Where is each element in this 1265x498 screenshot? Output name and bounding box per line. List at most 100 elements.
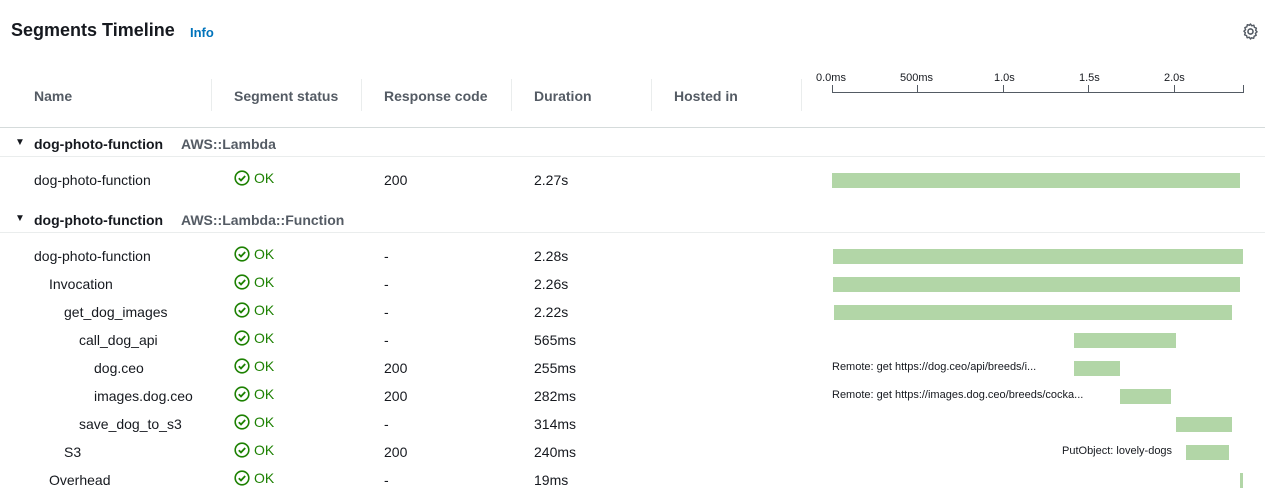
response-code: - [384, 248, 389, 264]
table-row[interactable]: dog-photo-function OK 200 2.27s [0, 166, 1265, 194]
table-row[interactable]: save_dog_to_s3 OK - 314ms [0, 410, 1265, 438]
table-row[interactable]: Invocation OK - 2.26s [0, 270, 1265, 298]
table-row[interactable]: dog-photo-function OK - 2.28s [0, 242, 1265, 270]
timeline-bar[interactable] [1186, 445, 1229, 460]
status-label: OK [254, 330, 275, 346]
gear-icon[interactable] [1241, 22, 1260, 41]
table-row[interactable]: S3 OK 200 240ms PutObject: lovely-dogs [0, 438, 1265, 466]
segment-status: OK [234, 302, 274, 318]
status-label: OK [254, 442, 275, 458]
table-row[interactable]: images.dog.ceo OK 200 282ms Remote: get … [0, 382, 1265, 410]
segment-status: OK [234, 414, 274, 430]
timeline-bar[interactable] [1074, 361, 1120, 376]
response-code: - [384, 472, 389, 488]
response-code: - [384, 276, 389, 292]
response-code: 200 [384, 444, 408, 460]
segment-name: get_dog_images [64, 304, 168, 320]
segment-status: OK [234, 170, 274, 186]
timeline-bar[interactable] [833, 249, 1243, 264]
segment-status: OK [234, 358, 274, 374]
col-divider[interactable] [511, 79, 512, 111]
col-duration[interactable]: Duration [534, 88, 592, 104]
table-row[interactable]: call_dog_api OK - 565ms [0, 326, 1265, 354]
group-row[interactable]: ▼ dog-photo-function AWS::Lambda [0, 129, 1265, 157]
duration: 282ms [534, 388, 577, 404]
response-code: - [384, 332, 389, 348]
status-label: OK [254, 386, 275, 402]
bar-label: Remote: get https://dog.ceo/api/breeds/i… [832, 361, 1037, 373]
col-divider[interactable] [211, 79, 212, 111]
axis-tick-label: 1.0s [994, 72, 1015, 84]
check-circle-icon [234, 386, 250, 402]
check-circle-icon [234, 274, 250, 290]
duration: 19ms [534, 472, 569, 488]
segment-name: S3 [64, 444, 82, 460]
segment-status: OK [234, 386, 274, 402]
status-label: OK [254, 274, 275, 290]
response-code: - [384, 416, 389, 432]
check-circle-icon [234, 302, 250, 318]
group-row[interactable]: ▼ dog-photo-function AWS::Lambda::Functi… [0, 205, 1265, 233]
duration: 565ms [534, 332, 577, 348]
timeline-bar[interactable] [1074, 333, 1176, 348]
duration: 2.22s [534, 304, 569, 320]
col-hosted[interactable]: Hosted in [674, 88, 738, 104]
axis-tick [1088, 85, 1089, 93]
segment-name: dog.ceo [94, 360, 144, 376]
response-code: 200 [384, 360, 408, 376]
timeline-bar[interactable] [1176, 417, 1232, 432]
table-row[interactable]: dog.ceo OK 200 255ms Remote: get https:/… [0, 354, 1265, 382]
axis-tick [1243, 85, 1244, 93]
caret-down-icon[interactable]: ▼ [15, 213, 25, 224]
segment-name: dog-photo-function [34, 172, 151, 188]
response-code: - [384, 304, 389, 320]
table-row[interactable]: Overhead OK - 19ms [0, 466, 1265, 494]
timeline-bar[interactable] [834, 305, 1232, 320]
check-circle-icon [234, 170, 250, 186]
status-label: OK [254, 414, 275, 430]
check-circle-icon [234, 414, 250, 430]
axis-tick-label: 2.0s [1164, 72, 1185, 84]
segment-status: OK [234, 470, 274, 486]
col-response[interactable]: Response code [384, 88, 487, 104]
status-label: OK [254, 170, 275, 186]
timeline-bar[interactable] [833, 277, 1240, 292]
segment-status: OK [234, 274, 274, 290]
axis-tick [1003, 85, 1004, 93]
table-header: Name Segment status Response code Durati… [0, 62, 1265, 128]
caret-down-icon[interactable]: ▼ [15, 137, 25, 148]
axis-tick-label: 0.0ms [816, 72, 846, 84]
segment-name: call_dog_api [79, 332, 158, 348]
panel-title: Segments Timeline [11, 20, 175, 40]
bar-label: PutObject: lovely-dogs [1062, 445, 1173, 457]
axis-tick [1174, 85, 1175, 93]
segment-name: images.dog.ceo [94, 388, 193, 404]
axis-tick-label: 500ms [900, 72, 934, 84]
timeline-bar[interactable] [1120, 389, 1171, 404]
timeline-bar[interactable] [832, 173, 1240, 188]
timeline-axis [832, 92, 1244, 93]
duration: 2.26s [534, 276, 569, 292]
table-row[interactable]: get_dog_images OK - 2.22s [0, 298, 1265, 326]
group-name: dog-photo-function [34, 136, 164, 152]
col-name[interactable]: Name [34, 88, 72, 104]
check-circle-icon [234, 358, 250, 374]
duration: 314ms [534, 416, 577, 432]
col-divider[interactable] [801, 79, 802, 111]
segment-status: OK [234, 246, 274, 262]
axis-tick [832, 85, 833, 93]
status-label: OK [254, 302, 275, 318]
col-divider[interactable] [361, 79, 362, 111]
response-code: 200 [384, 388, 408, 404]
timeline-bar[interactable] [1240, 473, 1243, 488]
col-divider[interactable] [651, 79, 652, 111]
axis-tick [917, 85, 918, 93]
duration: 240ms [534, 444, 577, 460]
segment-name: Invocation [49, 276, 113, 292]
col-status[interactable]: Segment status [234, 88, 338, 104]
axis-tick-label: 1.5s [1079, 72, 1100, 84]
info-link[interactable]: Info [190, 25, 214, 40]
status-label: OK [254, 358, 275, 374]
segment-status: OK [234, 442, 274, 458]
group-type: AWS::Lambda::Function [181, 212, 345, 228]
